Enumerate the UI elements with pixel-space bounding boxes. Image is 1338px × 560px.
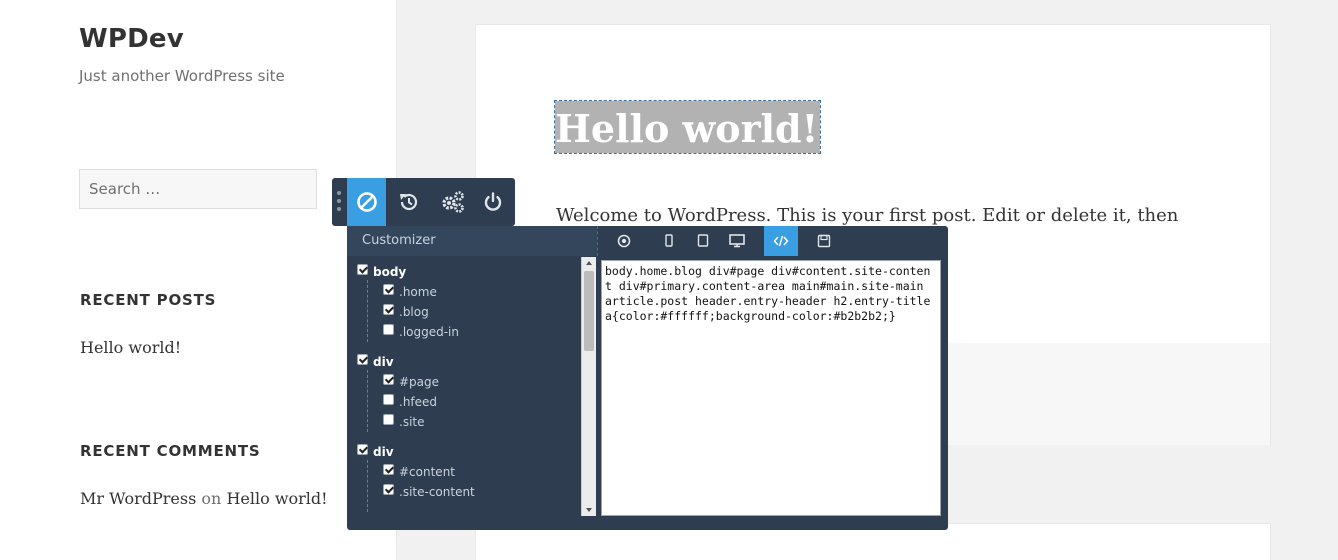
tree-node-label: .site — [399, 415, 425, 429]
comment-on-text: on — [201, 489, 222, 508]
desktop-icon — [729, 234, 745, 248]
tree-node-child[interactable]: .logged-in — [357, 322, 582, 342]
tree-node-root[interactable]: div — [357, 352, 582, 372]
tree-node-label: div — [373, 355, 394, 369]
tree-node-child[interactable]: .hfeed — [357, 392, 582, 412]
tree-node-label: .logged-in — [399, 325, 459, 339]
tree-scrollbar[interactable] — [581, 257, 596, 516]
site-title[interactable]: WPDev — [79, 24, 184, 54]
settings-icon — [441, 191, 464, 213]
disable-icon — [356, 192, 377, 212]
history-icon — [399, 193, 417, 211]
checkbox-checked[interactable] — [383, 303, 394, 315]
tree-node-label: .blog — [399, 305, 429, 319]
checkbox-checked[interactable] — [357, 443, 368, 455]
tree-node-child[interactable]: .site — [357, 412, 582, 432]
post-excerpt: Welcome to WordPress. This is your first… — [556, 205, 1179, 226]
checkbox-checked[interactable] — [383, 483, 394, 495]
search-input[interactable]: Search … — [79, 169, 317, 209]
power-icon — [484, 192, 501, 211]
tree-group-div-content: div #content .site-content — [357, 442, 582, 512]
tree-node-root[interactable]: div — [357, 442, 582, 462]
header-divider — [597, 226, 598, 256]
tree-node-label: #content — [399, 465, 455, 479]
disable-button[interactable] — [347, 178, 386, 226]
checkbox-checked[interactable] — [383, 463, 394, 475]
tree-node-label: .home — [399, 285, 437, 299]
tab-tablet[interactable] — [686, 226, 720, 256]
recent-posts-heading: RECENT POSTS — [80, 291, 217, 309]
tab-phone[interactable] — [652, 226, 686, 256]
css-code-editor[interactable]: body.home.blog div#page div#content.site… — [601, 260, 941, 516]
tablet-icon — [697, 234, 709, 247]
phone-icon — [665, 234, 673, 247]
tree-node-label: #page — [399, 375, 440, 389]
tree-node-child[interactable]: #content — [357, 462, 582, 482]
checkbox-checked[interactable] — [383, 283, 394, 295]
customizer-panel: Customizer body .home .blog .logged-in d… — [347, 226, 948, 530]
tab-save[interactable] — [807, 226, 841, 256]
tree-group-body: body .home .blog .logged-in — [357, 262, 582, 342]
customizer-header: Customizer — [347, 226, 597, 256]
power-button[interactable] — [473, 178, 512, 226]
customizer-toolbar — [332, 178, 515, 226]
scroll-up-icon[interactable] — [586, 261, 592, 265]
tab-desktop[interactable] — [720, 226, 754, 256]
comment-post-link[interactable]: Hello world! — [226, 489, 327, 508]
checkbox-checked[interactable] — [357, 353, 368, 365]
checkbox-checked[interactable] — [383, 373, 394, 385]
site-tagline: Just another WordPress site — [79, 67, 285, 85]
checkbox-unchecked[interactable] — [383, 323, 394, 335]
recent-comment: Mr WordPress on Hello world! — [80, 489, 328, 508]
scroll-down-icon[interactable] — [586, 508, 592, 512]
save-icon — [817, 234, 831, 248]
scrollbar-thumb[interactable] — [584, 271, 594, 351]
recent-comments-heading: RECENT COMMENTS — [80, 442, 261, 460]
tree-node-child[interactable]: .site-content — [357, 482, 582, 502]
settings-button[interactable] — [433, 178, 472, 226]
tab-code[interactable] — [764, 226, 798, 256]
site-sidebar: WPDev Just another WordPress site Search… — [0, 0, 397, 560]
tree-node-child[interactable]: #page — [357, 372, 582, 392]
tree-node-label: body — [373, 265, 407, 279]
selector-tree: body .home .blog .logged-in div #page .h… — [357, 262, 582, 517]
tree-node-label: .hfeed — [399, 395, 438, 409]
tree-node-child[interactable]: .home — [357, 282, 582, 302]
code-icon — [773, 235, 789, 247]
drag-handle-icon[interactable] — [337, 191, 343, 213]
checkbox-unchecked[interactable] — [383, 413, 394, 425]
tree-node-label: div — [373, 445, 394, 459]
target-icon — [617, 234, 631, 248]
checkbox-checked[interactable] — [357, 263, 368, 275]
post-title-selected[interactable]: Hello world! — [553, 100, 822, 154]
checkbox-unchecked[interactable] — [383, 393, 394, 405]
history-button[interactable] — [389, 178, 428, 226]
tree-group-div-page: div #page .hfeed .site — [357, 352, 582, 432]
customizer-title: Customizer — [362, 233, 436, 248]
tree-node-child[interactable]: .blog — [357, 302, 582, 322]
recent-post-link[interactable]: Hello world! — [80, 338, 181, 357]
tree-node-root[interactable]: body — [357, 262, 582, 282]
comment-author-link[interactable]: Mr WordPress — [80, 489, 196, 508]
tab-target[interactable] — [607, 226, 641, 256]
tree-node-label: .site-content — [399, 485, 475, 499]
